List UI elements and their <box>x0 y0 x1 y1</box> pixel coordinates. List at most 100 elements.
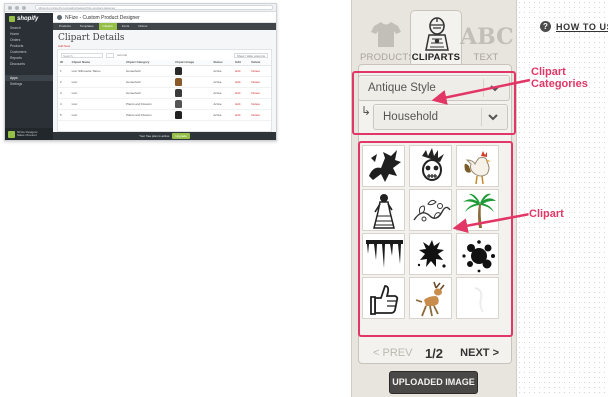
clipart-thumbnail <box>175 110 183 119</box>
cell-status: Active <box>211 109 234 121</box>
table-row: 5 Lion Plants and Flowers Active Edit De… <box>58 109 271 121</box>
annotation-categories-line1: Clipart <box>531 66 566 78</box>
cell-name: Lion Silhouette Tattoo <box>69 65 125 77</box>
cell-id: 2 <box>58 76 70 88</box>
clipart-thumbnail <box>175 99 183 108</box>
dotted-background <box>517 0 608 397</box>
annotation-categories-line2: Categories <box>531 77 588 90</box>
admin-nav: Search Home Orders Products Customers Re… <box>5 25 53 87</box>
app-title: NFize - Custom Product Designer <box>65 14 140 21</box>
back-icon[interactable] <box>8 5 12 10</box>
cell-category: Household <box>124 76 174 88</box>
clipart-thumbnail <box>175 88 183 97</box>
tab-templates[interactable]: Templates <box>76 23 98 30</box>
clipart-thumbnail <box>175 77 183 86</box>
designer-tabs: PRODUCTS CLIPARTS ABC TEXT <box>352 10 516 66</box>
cell-delete: Delete <box>249 109 271 121</box>
nav-item-settings[interactable]: Settings <box>5 81 53 87</box>
admin-screenshot-thumbnail: nfizepd.myshopify.com/admin/apps/nfize-p… <box>4 3 277 141</box>
tab-cliparts-label: CLIPARTS <box>411 52 461 63</box>
cell-edit: Edit <box>233 109 250 121</box>
reload-icon[interactable] <box>22 5 26 10</box>
store-sub: Sales Channel <box>17 133 37 137</box>
cell-image <box>173 98 212 110</box>
page-title: Clipart Details <box>58 33 125 43</box>
table-row: 1 Lion Silhouette Tattoo Household Activ… <box>58 65 271 77</box>
clipart-thumbnail <box>175 66 183 75</box>
search-input[interactable]: Search <box>61 52 103 58</box>
delete-link[interactable]: Delete <box>251 91 260 95</box>
tab-cliparts[interactable]: Cliparts <box>98 23 117 30</box>
cell-edit: Edit <box>233 65 250 77</box>
plan-text: Your free plan is active <box>139 134 170 138</box>
cell-delete: Delete <box>249 98 271 110</box>
cell-name: Lion <box>69 76 125 88</box>
cell-category: Plants and Flowers <box>124 98 174 110</box>
cell-category: Household <box>124 87 174 99</box>
tab-text-label: TEXT <box>473 52 499 63</box>
uploaded-image-button[interactable]: UPLOADED IMAGE <box>389 371 478 394</box>
cell-name: Lion <box>69 109 125 121</box>
tab-products-label: PRODUCTS <box>360 52 415 63</box>
cell-image <box>173 87 212 99</box>
edit-link[interactable]: Edit <box>235 80 240 84</box>
cell-edit: Edit <box>233 98 250 110</box>
edit-link[interactable]: Edit <box>235 91 240 95</box>
admin-main: NFize - Custom Product Designer Products… <box>53 13 276 140</box>
edit-link[interactable]: Edit <box>235 102 240 106</box>
page-size-select[interactable] <box>106 52 114 58</box>
cell-edit: Edit <box>233 87 250 99</box>
delete-link[interactable]: Delete <box>251 80 260 84</box>
next-button[interactable]: NEXT > <box>460 347 499 359</box>
how-to-use-label: HOW TO USE <box>556 21 608 32</box>
edit-link[interactable]: Edit <box>235 113 240 117</box>
table-toolbar: Search records Show / Hide columns <box>58 50 271 60</box>
edit-link[interactable]: Edit <box>235 69 240 73</box>
table-row: 4 Lion Plants and Flowers Active Edit De… <box>58 98 271 110</box>
categories-highlight <box>352 71 516 135</box>
cell-name: Lion <box>69 87 125 99</box>
annotation-categories: Clipart Categories <box>531 66 588 90</box>
tab-cliparts[interactable]: CLIPARTS <box>410 10 462 66</box>
tab-products[interactable]: PRODUCTS <box>360 14 415 64</box>
records-label: records <box>117 53 128 57</box>
how-to-use-link[interactable]: ? HOW TO USE <box>540 21 608 32</box>
cell-id: 4 <box>58 98 70 110</box>
cell-status: Active <box>211 76 234 88</box>
screenshot-root: nfizepd.myshopify.com/admin/apps/nfize-p… <box>0 0 608 397</box>
clipart-table: ID Clipart Name Clipart Category Clipart… <box>58 60 271 121</box>
logo-text: shopify <box>17 16 39 22</box>
plan-bar: Your free plan is active Upgrade <box>53 132 276 140</box>
tab-orders[interactable]: Orders <box>134 23 151 30</box>
cell-image <box>173 76 212 88</box>
app-header: NFize - Custom Product Designer <box>53 13 276 23</box>
tab-products[interactable]: Products <box>55 23 75 30</box>
browser-toolbar: nfizepd.myshopify.com/admin/apps/nfize-p… <box>5 4 276 12</box>
upgrade-button[interactable]: Upgrade <box>172 133 190 139</box>
abc-icon: ABC <box>460 24 514 50</box>
help-icon: ? <box>540 21 551 32</box>
cell-category: Household <box>124 65 174 77</box>
add-new-link[interactable]: Add New <box>53 44 276 48</box>
app-tabs: Products Templates Cliparts Fonts Orders <box>53 23 276 30</box>
knight-icon <box>425 17 449 51</box>
delete-link[interactable]: Delete <box>251 102 260 106</box>
cell-delete: Delete <box>249 87 271 99</box>
table-row: 2 Lion Household Active Edit Delete <box>58 76 271 88</box>
app-icon <box>57 15 62 20</box>
delete-link[interactable]: Delete <box>251 113 260 117</box>
cell-id: 1 <box>58 65 70 77</box>
address-bar[interactable]: nfizepd.myshopify.com/admin/apps/nfize-p… <box>35 5 273 10</box>
cell-category: Plants and Flowers <box>124 109 174 121</box>
cell-image <box>173 109 212 121</box>
cell-status: Active <box>211 65 234 77</box>
forward-icon[interactable] <box>15 5 19 10</box>
delete-link[interactable]: Delete <box>251 69 260 73</box>
cell-status: Active <box>211 87 234 99</box>
store-account[interactable]: NFize Designer Sales Channel <box>5 128 53 140</box>
show-hide-columns-button[interactable]: Show / Hide columns <box>233 52 268 58</box>
tab-text[interactable]: ABC TEXT <box>460 14 514 64</box>
cell-edit: Edit <box>233 76 250 88</box>
shopify-logo[interactable]: shopify <box>5 13 53 25</box>
tab-fonts[interactable]: Fonts <box>118 23 134 30</box>
